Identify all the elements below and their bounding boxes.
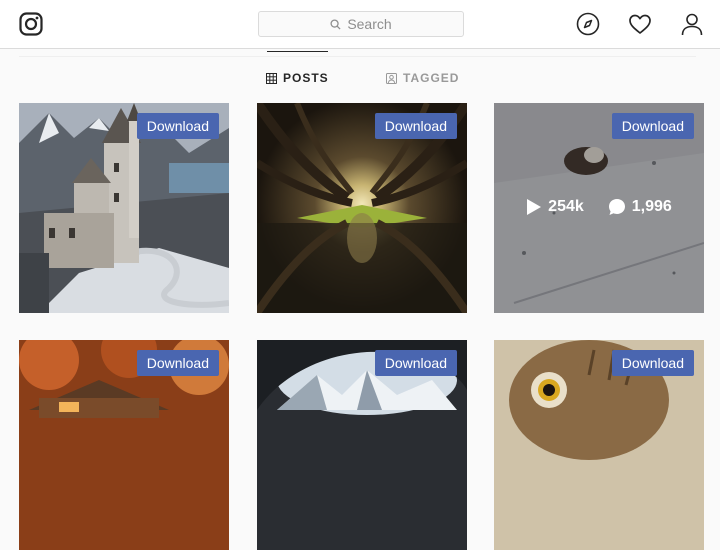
post-tile[interactable]: Download xyxy=(19,340,229,550)
top-nav: Search xyxy=(0,0,720,49)
tabs-divider xyxy=(19,56,696,57)
download-button[interactable]: Download xyxy=(374,113,457,139)
comments-stat: 1,996 xyxy=(608,198,672,216)
download-button[interactable]: Download xyxy=(374,350,457,376)
active-tab-indicator xyxy=(267,51,328,52)
post-tile[interactable]: Download xyxy=(257,340,467,550)
instagram-logo-icon[interactable] xyxy=(19,12,43,36)
tab-tagged-label: TAGGED xyxy=(403,71,460,85)
post-tile[interactable]: Download xyxy=(257,103,467,313)
views-count: 254k xyxy=(548,198,584,215)
post-stats: 254k 1,996 xyxy=(494,198,704,216)
tab-posts-label: POSTS xyxy=(283,71,329,85)
comments-count: 1,996 xyxy=(631,198,672,215)
user-icon[interactable] xyxy=(680,12,704,36)
play-icon xyxy=(527,199,542,215)
download-button[interactable]: Download xyxy=(611,113,694,139)
compass-icon[interactable] xyxy=(576,12,600,36)
tab-tagged[interactable]: TAGGED xyxy=(386,70,459,86)
download-button[interactable]: Download xyxy=(136,350,219,376)
post-tile[interactable]: Download xyxy=(494,340,704,550)
download-button[interactable]: Download xyxy=(136,113,219,139)
grid-icon xyxy=(266,72,277,84)
post-tile[interactable]: Download xyxy=(19,103,229,313)
search-input[interactable]: Search xyxy=(258,11,464,37)
download-button[interactable]: Download xyxy=(611,350,694,376)
comment-icon xyxy=(608,199,625,215)
views-stat: 254k xyxy=(526,198,584,216)
tab-posts[interactable]: POSTS xyxy=(266,70,329,86)
search-placeholder: Search xyxy=(347,16,392,32)
search-icon xyxy=(330,18,341,30)
tag-icon xyxy=(386,72,397,84)
post-tile[interactable]: 254k 1,996 Download xyxy=(494,103,704,313)
heart-icon[interactable] xyxy=(628,12,652,36)
